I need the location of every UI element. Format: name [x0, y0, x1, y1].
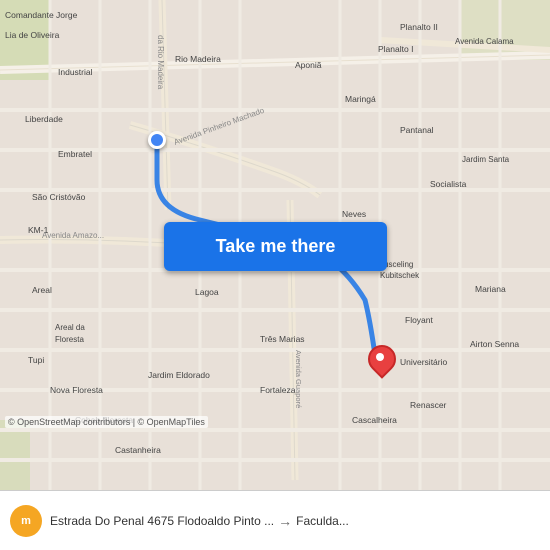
svg-text:Rio Madeira: Rio Madeira	[175, 54, 221, 64]
route-to: Faculda...	[296, 514, 349, 528]
svg-text:Fortaleza: Fortaleza	[260, 385, 296, 395]
svg-text:Jardim Eldorado: Jardim Eldorado	[148, 370, 210, 380]
svg-text:Socialista: Socialista	[430, 179, 467, 189]
svg-text:Jardim Santa: Jardim Santa	[462, 155, 510, 164]
route-arrow: →	[278, 513, 292, 529]
svg-text:Liberdade: Liberdade	[25, 114, 63, 124]
route-from: Estrada Do Penal 4675 Flodoaldo Pinto ..…	[50, 514, 274, 528]
take-me-there-button[interactable]: Take me there	[164, 222, 387, 271]
route-info: Estrada Do Penal 4675 Flodoaldo Pinto ..…	[50, 513, 540, 529]
svg-text:Avenida Amazo...: Avenida Amazo...	[42, 231, 104, 240]
svg-text:Maringá: Maringá	[345, 94, 376, 104]
route-row: Estrada Do Penal 4675 Flodoaldo Pinto ..…	[50, 513, 540, 529]
svg-text:Kubitschek: Kubitschek	[380, 271, 420, 280]
moovit-logo: m	[10, 505, 42, 537]
svg-text:Embratel: Embratel	[58, 149, 92, 159]
svg-text:Renascer: Renascer	[410, 400, 447, 410]
svg-text:Três Marias: Três Marias	[260, 334, 305, 344]
svg-text:Lia de Oliveira: Lia de Oliveira	[5, 30, 60, 40]
svg-text:Tupi: Tupi	[28, 355, 44, 365]
svg-text:Neves: Neves	[342, 209, 366, 219]
svg-text:Nova Floresta: Nova Floresta	[50, 385, 103, 395]
svg-text:Aponiã: Aponiã	[295, 60, 322, 70]
svg-text:Planalto II: Planalto II	[400, 22, 438, 32]
svg-text:Pantanal: Pantanal	[400, 125, 434, 135]
svg-text:Avenida Calama: Avenida Calama	[455, 37, 514, 46]
svg-text:Floyant: Floyant	[405, 315, 434, 325]
svg-text:Industrial: Industrial	[58, 67, 93, 77]
svg-text:São Cristóvão: São Cristóvão	[32, 192, 86, 202]
svg-text:da Rio Madeira: da Rio Madeira	[156, 35, 165, 90]
svg-text:Airton Senna: Airton Senna	[470, 339, 519, 349]
destination-marker	[368, 345, 392, 375]
svg-text:Castanheira: Castanheira	[115, 445, 161, 455]
svg-text:Mariana: Mariana	[475, 284, 506, 294]
svg-text:Universitário: Universitário	[400, 357, 448, 367]
svg-text:Planalto I: Planalto I	[378, 44, 413, 54]
svg-text:Lagoa: Lagoa	[195, 287, 219, 297]
svg-text:Comandante Jorge: Comandante Jorge	[5, 10, 78, 20]
map-attribution: © OpenStreetMap contributors | © OpenMap…	[5, 416, 208, 428]
svg-text:Areal da: Areal da	[55, 323, 85, 332]
bottom-bar: m Estrada Do Penal 4675 Flodoaldo Pinto …	[0, 490, 550, 550]
svg-text:Areal: Areal	[32, 285, 52, 295]
svg-text:Avenida Guaporé: Avenida Guaporé	[294, 350, 303, 408]
current-location-dot	[148, 131, 166, 149]
svg-text:Floresta: Floresta	[55, 335, 84, 344]
svg-text:Cascalheira: Cascalheira	[352, 415, 397, 425]
map-container: Comandante Jorge Lia de Oliveira Industr…	[0, 0, 550, 490]
